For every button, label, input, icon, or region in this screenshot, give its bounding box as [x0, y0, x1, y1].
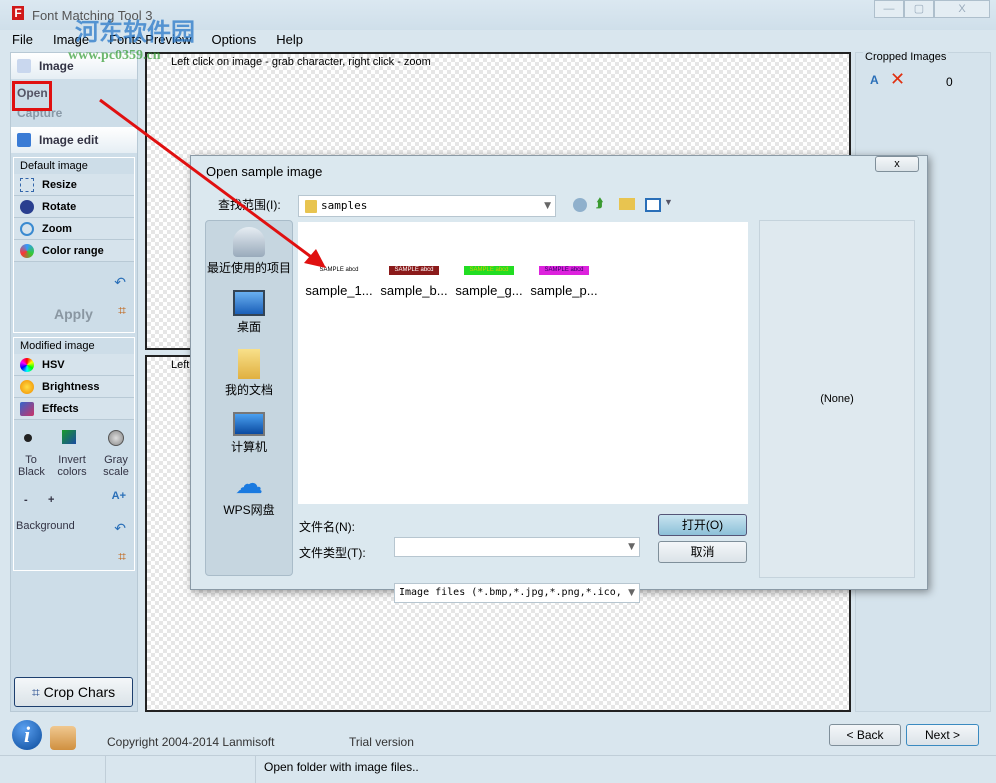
arrow-line — [99, 98, 319, 264]
annotation-arrow — [99, 98, 326, 268]
arrow-head — [304, 249, 326, 268]
